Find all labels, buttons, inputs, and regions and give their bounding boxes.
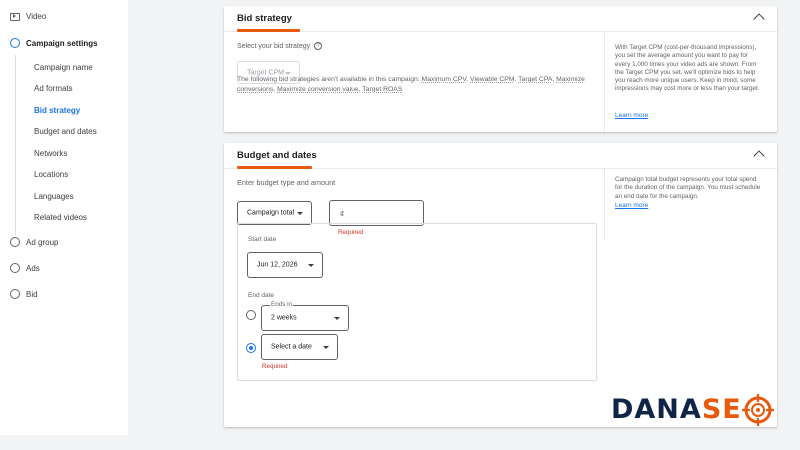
nav-item-video[interactable]: Video xyxy=(10,12,46,21)
end-date-label: End date xyxy=(248,292,275,299)
budget-type-select[interactable]: Campaign total xyxy=(237,201,312,225)
unavailable-strategies-text: The following bid strategies aren't avai… xyxy=(237,76,585,93)
crosshair-logo-icon xyxy=(742,394,774,426)
chevron-up-icon[interactable] xyxy=(753,150,765,162)
ends-in-label: Ends in xyxy=(270,301,294,308)
sidebar: Video Campaign settings Campaign name Ad… xyxy=(0,0,128,435)
budget-header[interactable]: Budget and dates xyxy=(224,143,777,169)
sub-nav-locations[interactable]: Locations xyxy=(34,170,68,179)
end-date-option-select-date-radio[interactable] xyxy=(246,343,256,353)
currency-symbol: ₫ xyxy=(340,210,345,219)
title-underline xyxy=(237,29,300,32)
start-date-picker[interactable]: Jun 12, 2026 xyxy=(247,252,323,278)
sub-nav-networks[interactable]: Networks xyxy=(34,149,67,158)
dropdown-arrow-icon xyxy=(308,264,314,267)
end-date-required-error: Required xyxy=(262,363,288,370)
dropdown-arrow-icon xyxy=(323,346,329,349)
bid-strategy-title: Bid strategy xyxy=(237,13,292,24)
danaseo-logo: DANASE xyxy=(611,394,742,425)
budget-help-text: Campaign total budget represents your to… xyxy=(615,176,761,200)
budget-and-dates-card: Budget and dates Enter budget type and a… xyxy=(224,143,777,427)
step-indicator-icon xyxy=(10,237,20,247)
title-underline xyxy=(237,166,312,169)
sub-nav-bid-strategy[interactable]: Bid strategy xyxy=(34,106,80,115)
budget-title: Budget and dates xyxy=(237,150,317,161)
nav-item-ads-label: Ads xyxy=(26,263,40,273)
video-icon xyxy=(10,12,20,21)
step-indicator-icon xyxy=(10,289,20,299)
ends-in-value: 2 weeks xyxy=(271,314,297,322)
end-date-picker[interactable]: Select a date xyxy=(261,334,338,360)
sub-nav-ad-formats[interactable]: Ad formats xyxy=(34,84,73,93)
step-indicator-active-icon xyxy=(10,38,20,48)
help-icon[interactable]: ? xyxy=(314,42,322,50)
end-date-value: Select a date xyxy=(271,343,312,351)
bid-strategy-select-label: Select your bid strategy xyxy=(237,43,311,50)
budget-type-label: Enter budget type and amount xyxy=(237,178,336,187)
dropdown-arrow-icon xyxy=(297,212,303,215)
nav-item-ad-group-label: Ad group xyxy=(26,237,59,247)
ends-in-select[interactable]: 2 weeks xyxy=(261,305,349,331)
nav-item-ads[interactable]: Ads xyxy=(10,263,40,273)
nav-item-campaign-settings-label: Campaign settings xyxy=(26,38,98,48)
sub-nav-languages[interactable]: Languages xyxy=(34,192,74,201)
chevron-up-icon[interactable] xyxy=(753,13,765,25)
unavailable-strategy: Viewable CPM xyxy=(470,76,515,83)
unavailable-strategy: Target CPA xyxy=(518,76,553,83)
learn-more-link[interactable]: Learn more xyxy=(615,202,648,209)
start-date-label: Start date xyxy=(248,236,277,243)
nav-item-campaign-settings[interactable]: Campaign settings xyxy=(10,38,98,48)
nav-item-ad-group[interactable]: Ad group xyxy=(10,237,58,247)
end-date-option-ends-in-radio[interactable] xyxy=(246,310,256,320)
nav-item-bid-label: Bid xyxy=(26,289,38,299)
schedule-panel: Start date Jun 12, 2026 End date 2 weeks… xyxy=(237,223,597,381)
sub-nav-campaign-name[interactable]: Campaign name xyxy=(34,63,93,72)
unavailable-strategy: Target ROAS xyxy=(362,86,403,93)
sub-nav-budget-and-dates[interactable]: Budget and dates xyxy=(34,127,97,136)
unavailable-strategy: Maximum CPV xyxy=(421,76,467,83)
bid-strategy-header[interactable]: Bid strategy xyxy=(224,6,777,32)
unavailable-strategy: Maximize conversion value xyxy=(277,86,359,93)
bid-strategy-help-text: With Target CPM (cost-per-thousand impre… xyxy=(615,44,760,93)
unavailable-prefix: The following bid strategies aren't avai… xyxy=(237,76,422,83)
nav-item-video-label: Video xyxy=(26,12,47,21)
sub-nav-related-videos[interactable]: Related videos xyxy=(34,213,87,222)
start-date-value: Jun 12, 2026 xyxy=(257,261,298,269)
aside-divider xyxy=(604,32,605,132)
logo-text-se: SE xyxy=(701,394,742,425)
bid-strategy-card: Bid strategy Select your bid strategy ? … xyxy=(224,6,777,132)
sub-nav-rail xyxy=(15,55,16,235)
logo-text-dana: DANA xyxy=(611,394,702,425)
aside-divider xyxy=(604,169,605,239)
dropdown-arrow-icon xyxy=(334,317,340,320)
nav-item-bid[interactable]: Bid xyxy=(10,289,38,299)
step-indicator-icon xyxy=(10,263,20,273)
budget-type-value: Campaign total xyxy=(247,209,295,217)
learn-more-link[interactable]: Learn more xyxy=(615,112,648,119)
